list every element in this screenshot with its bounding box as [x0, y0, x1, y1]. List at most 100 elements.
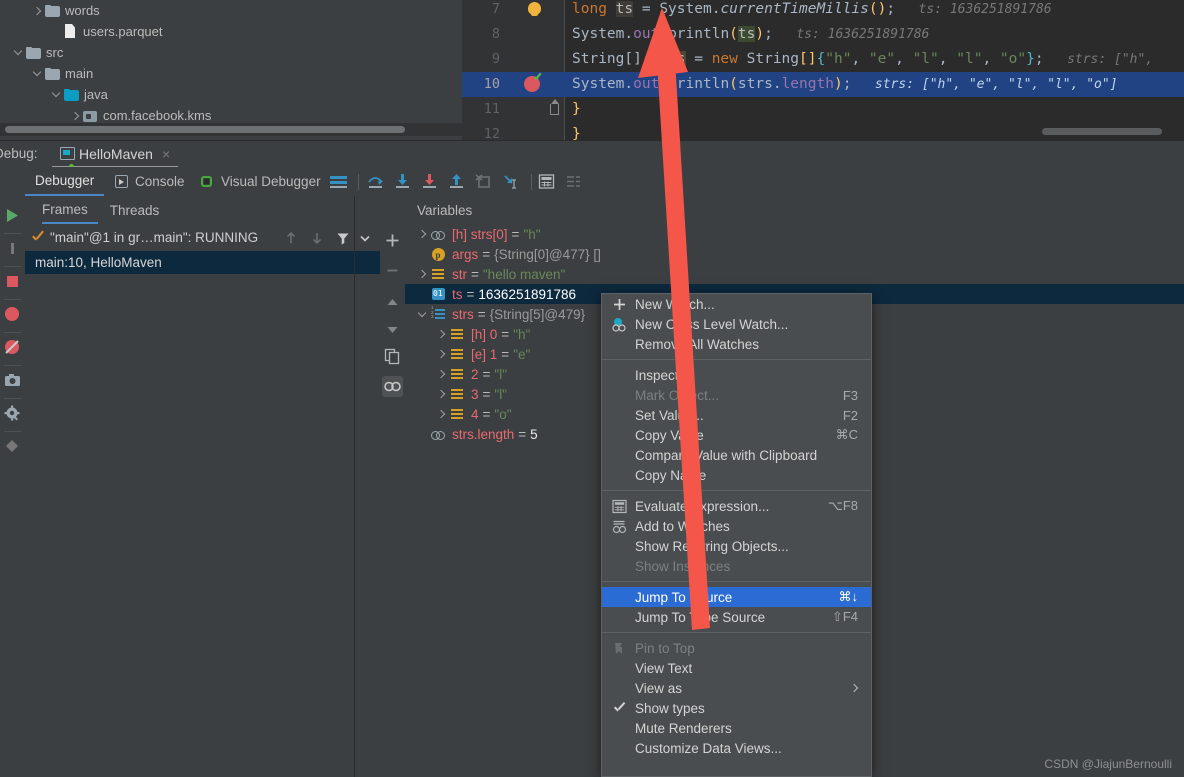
chevron-right-icon[interactable]	[415, 226, 431, 242]
chevron-right-icon[interactable]	[434, 386, 450, 402]
step-over-icon[interactable]	[367, 173, 384, 190]
menu-item[interactable]: View as	[602, 678, 871, 698]
chevron-right-icon[interactable]	[31, 4, 45, 18]
project-tree-scrollbar[interactable]	[5, 126, 405, 133]
tab-frames[interactable]: Frames	[42, 196, 98, 224]
chevron-right-icon[interactable]	[434, 406, 450, 422]
project-tree-panel[interactable]: words users.parquet src main java com.faceboo…	[0, 0, 462, 140]
pin-icon[interactable]	[4, 438, 21, 455]
menu-item[interactable]: Set Value... F2	[602, 405, 871, 425]
remove-watch-icon[interactable]	[384, 262, 401, 279]
move-up-icon[interactable]	[384, 295, 401, 312]
chevron-down-icon[interactable]	[50, 88, 64, 102]
editor-line[interactable]: 8 System.out.println(ts); ts: 16362518917…	[462, 22, 1184, 47]
chevron-right-icon[interactable]	[434, 326, 450, 342]
variable-row[interactable]: [h] strs[0] = "h"	[405, 224, 1184, 244]
step-into-icon[interactable]	[394, 173, 411, 190]
menu-item[interactable]: Add to Watches	[602, 516, 871, 536]
menu-item[interactable]: Show Referring Objects...	[602, 536, 871, 556]
move-down-icon[interactable]	[384, 321, 401, 338]
tree-item[interactable]: users.parquet	[0, 21, 462, 42]
filter-icon[interactable]	[336, 231, 350, 245]
view-breakpoints-icon[interactable]	[4, 306, 21, 323]
menu-item-label: Mark Object...	[635, 387, 720, 403]
variable-row[interactable]: args={String[0]@477} []	[405, 244, 1184, 264]
tree-item[interactable]: words	[0, 0, 462, 21]
code-token: .	[624, 76, 634, 92]
chevron-right-icon[interactable]	[415, 266, 431, 282]
run-to-cursor-icon[interactable]	[502, 173, 519, 190]
step-out-icon[interactable]	[448, 173, 465, 190]
menu-item[interactable]: Show types	[602, 698, 871, 718]
menu-item[interactable]: New Watch...	[602, 294, 871, 314]
menu-item[interactable]: New Class Level Watch...	[602, 314, 871, 334]
tree-item[interactable]: main	[0, 63, 462, 84]
variable-prefix: [h]	[471, 326, 487, 342]
tab-console[interactable]: Console	[105, 167, 195, 196]
chevron-right-icon[interactable]	[434, 346, 450, 362]
menu-item[interactable]: Inspect...	[602, 365, 871, 385]
editor-line[interactable]: 10 System.out.println(strs.length); strs:…	[462, 72, 1184, 97]
thread-selector[interactable]: "main"@1 in gr…main": RUNNING	[25, 224, 380, 251]
editor-line[interactable]: 11}	[462, 97, 1184, 122]
drop-frame-icon[interactable]	[475, 173, 492, 190]
menu-item[interactable]: Mute Renderers	[602, 718, 871, 738]
gear-icon[interactable]	[4, 405, 21, 422]
chevron-down-icon[interactable]	[31, 67, 45, 81]
tree-item[interactable]: java	[0, 84, 462, 105]
tree-item[interactable]: src	[0, 42, 462, 63]
copy-icon[interactable]	[384, 348, 401, 365]
stack-frame-row[interactable]: main:10, HelloMaven	[25, 251, 380, 274]
chevron-right-icon[interactable]	[69, 109, 83, 123]
chevron-down-icon[interactable]	[12, 46, 26, 60]
code-editor[interactable]: 7 long ts = System.currentTimeMillis(); t…	[462, 0, 1184, 140]
tab-visual-debugger-label: Visual Debugger	[221, 174, 321, 189]
arrow-up-icon[interactable]	[284, 231, 298, 245]
layout-settings-icon[interactable]	[330, 173, 347, 190]
menu-item[interactable]: Evaluate Expression... ⌥F8	[602, 496, 871, 516]
force-step-into-icon[interactable]	[421, 173, 438, 190]
evaluate-expression-icon[interactable]	[538, 173, 555, 190]
stop-program-icon[interactable]	[4, 273, 21, 290]
close-icon[interactable]: ×	[162, 146, 170, 162]
menu-item[interactable]: Copy Value ⌘C	[602, 425, 871, 445]
resume-program-icon[interactable]	[4, 207, 21, 224]
variable-row[interactable]: str = "hello maven"	[405, 264, 1184, 284]
menu-item[interactable]: Compare Value with Clipboard	[602, 445, 871, 465]
chevron-down-icon[interactable]	[359, 232, 371, 244]
source-folder-icon	[64, 88, 79, 101]
variables-context-menu[interactable]: New Watch... New Class Level Watch... Remo…	[601, 293, 872, 777]
editor-scrollbar[interactable]	[1042, 128, 1162, 135]
menu-item[interactable]: Customize Data Views...	[602, 738, 871, 758]
chevron-right-icon[interactable]	[434, 366, 450, 382]
variable-prefix: [e]	[471, 346, 487, 362]
watches-icon[interactable]	[382, 376, 403, 397]
trace-icon[interactable]	[565, 173, 582, 190]
editor-line[interactable]: 9 String[] strs = new String[]{"h", "e", …	[462, 47, 1184, 72]
frames-variables-divider[interactable]	[354, 196, 355, 777]
editor-line[interactable]: 7 long ts = System.currentTimeMillis(); t…	[462, 0, 1184, 22]
tree-item-label: users.parquet	[83, 24, 163, 39]
screenshot-icon[interactable]	[4, 372, 21, 389]
menu-item[interactable]: View Text	[602, 658, 871, 678]
menu-item[interactable]: Copy Name	[602, 465, 871, 485]
arrow-down-icon[interactable]	[310, 231, 324, 245]
code-fold-icon[interactable]	[550, 99, 559, 115]
bulb-icon[interactable]	[528, 2, 541, 16]
chevron-down-icon[interactable]	[415, 306, 431, 322]
debug-session-tab[interactable]: HelloMaven ×	[52, 141, 179, 169]
menu-item[interactable]: Jump To Type Source ⇧F4	[602, 607, 871, 627]
mute-breakpoints-icon[interactable]	[4, 339, 21, 356]
code-token: println	[668, 76, 730, 92]
menu-item-label: Show types	[635, 700, 705, 716]
tab-threads[interactable]: Threads	[98, 196, 170, 224]
tab-debugger[interactable]: Debugger	[25, 167, 105, 196]
pause-program-icon[interactable]	[4, 240, 21, 257]
code-token: (	[868, 1, 878, 17]
add-watch-icon[interactable]	[384, 232, 401, 249]
menu-item[interactable]: Remove All Watches	[602, 334, 871, 354]
tab-visual-debugger[interactable]: Visual Debugger	[190, 167, 331, 196]
menu-item[interactable]: Jump To Source ⌘↓	[602, 587, 871, 607]
variable-equals: =	[482, 246, 491, 262]
